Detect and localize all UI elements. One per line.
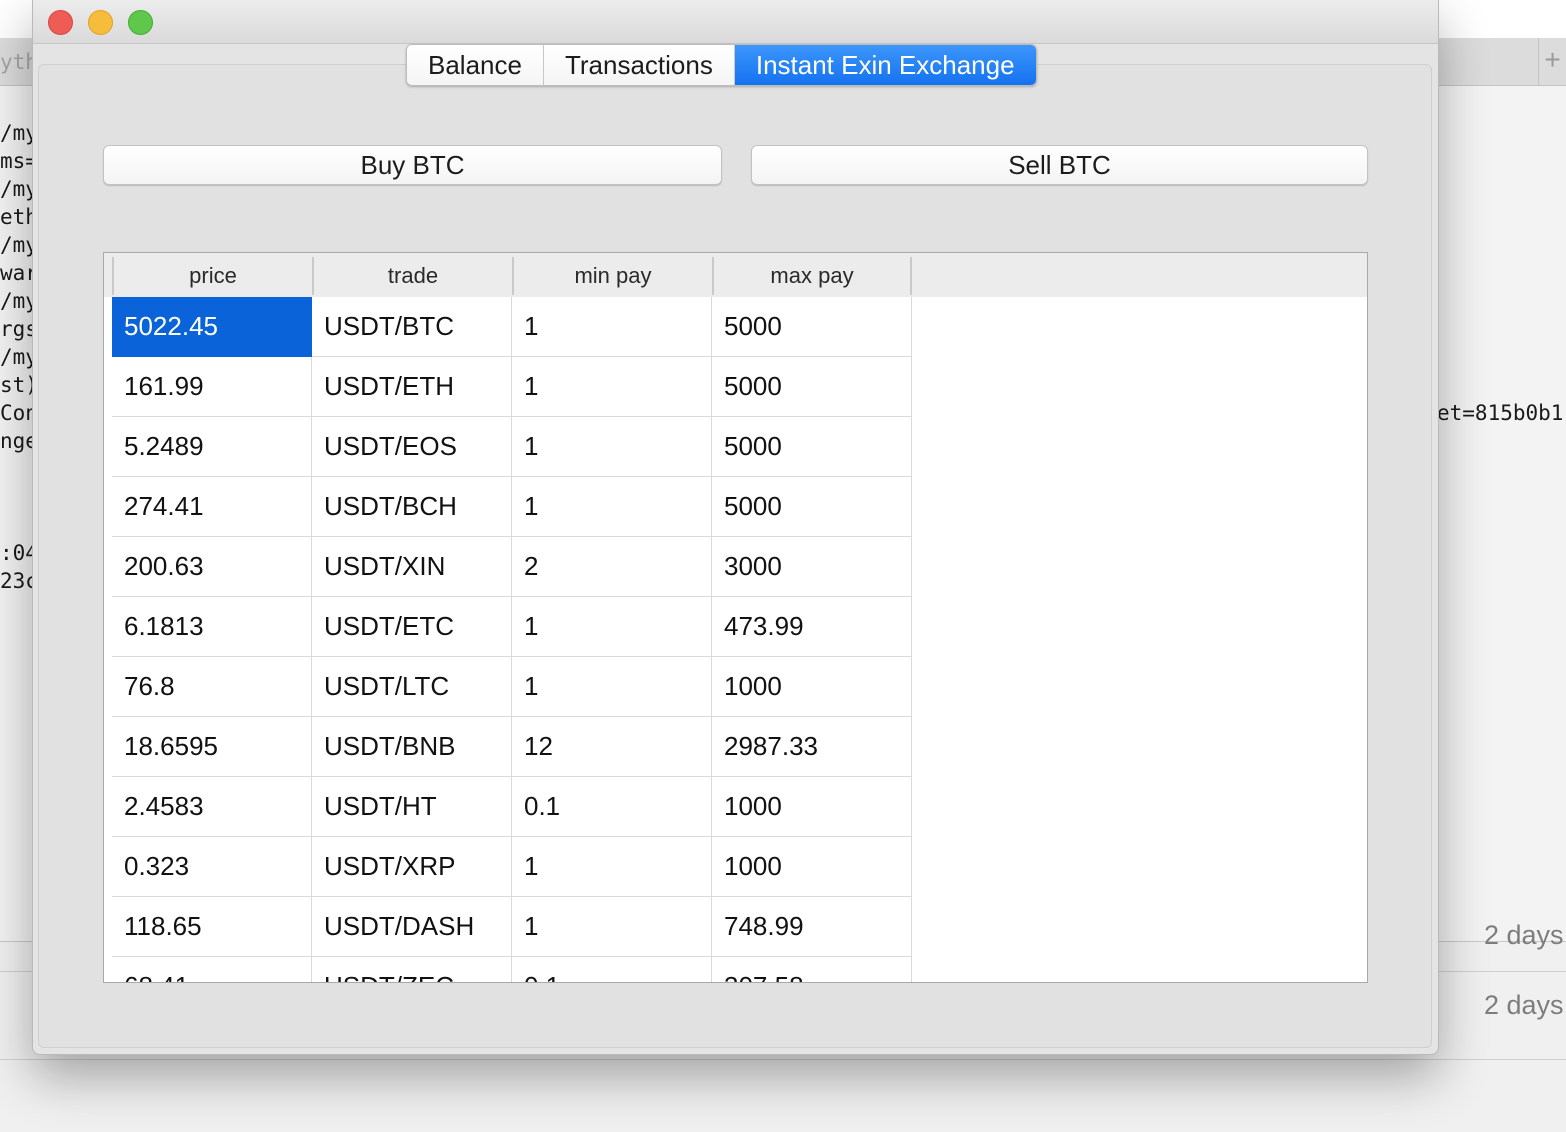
table-row[interactable]: 0.323 USDT/XRP 1 1000: [112, 837, 912, 897]
max-pay-cell[interactable]: 2987.33: [712, 717, 912, 777]
sell-btc-button[interactable]: Sell BTC: [751, 145, 1368, 185]
trade-cell[interactable]: USDT/DASH: [312, 897, 512, 957]
exchange-rates-table[interactable]: price trade min pay max pay 5022.45 USDT…: [103, 252, 1368, 983]
max-pay-cell[interactable]: 3000: [712, 537, 912, 597]
max-pay-cell[interactable]: 1000: [712, 837, 912, 897]
price-cell[interactable]: 5.2489: [112, 417, 312, 477]
table-row[interactable]: 200.63 USDT/XIN 2 3000: [112, 537, 912, 597]
trade-cell[interactable]: USDT/BCH: [312, 477, 512, 537]
table-row[interactable]: 161.99 USDT/ETH 1 5000: [112, 357, 912, 417]
price-cell[interactable]: 5022.45: [112, 297, 312, 357]
table-row[interactable]: 18.6595 USDT/BNB 12 2987.33: [112, 717, 912, 777]
table-body: 5022.45 USDT/BTC 1 5000 161.99 USDT/ETH …: [112, 297, 912, 982]
min-pay-cell[interactable]: 1: [512, 297, 712, 357]
trade-cell[interactable]: USDT/ZEC: [312, 957, 512, 982]
maximize-window-button[interactable]: [128, 10, 153, 35]
price-cell[interactable]: 18.6595: [112, 717, 312, 777]
price-cell[interactable]: 118.65: [112, 897, 312, 957]
add-tab-icon[interactable]: +: [1538, 38, 1566, 86]
list-item-date: 2 days: [1484, 920, 1564, 950]
price-cell[interactable]: 274.41: [112, 477, 312, 537]
max-pay-cell[interactable]: 5000: [712, 417, 912, 477]
trade-cell[interactable]: USDT/ETH: [312, 357, 512, 417]
min-pay-cell[interactable]: 2: [512, 537, 712, 597]
max-pay-cell[interactable]: 307.58: [712, 957, 912, 982]
min-pay-cell[interactable]: 1: [512, 477, 712, 537]
min-pay-cell[interactable]: 12: [512, 717, 712, 777]
tab-transactions[interactable]: Transactions: [543, 45, 735, 85]
table-row[interactable]: 2.4583 USDT/HT 0.1 1000: [112, 777, 912, 837]
min-pay-cell[interactable]: 1: [512, 417, 712, 477]
column-header-max-pay[interactable]: max pay: [712, 257, 912, 295]
max-pay-cell[interactable]: 748.99: [712, 897, 912, 957]
wallet-window: Balance Transactions Instant Exin Exchan…: [32, 0, 1439, 1055]
max-pay-cell[interactable]: 5000: [712, 477, 912, 537]
title-bar[interactable]: [33, 0, 1438, 44]
min-pay-cell[interactable]: 1: [512, 657, 712, 717]
column-header-price[interactable]: price: [112, 257, 312, 295]
list-item-date: 2 days: [1484, 990, 1564, 1020]
price-cell[interactable]: 76.8: [112, 657, 312, 717]
trade-cell[interactable]: USDT/XRP: [312, 837, 512, 897]
table-row[interactable]: 274.41 USDT/BCH 1 5000: [112, 477, 912, 537]
price-cell[interactable]: 6.1813: [112, 597, 312, 657]
price-cell[interactable]: 161.99: [112, 357, 312, 417]
min-pay-cell[interactable]: 1: [512, 837, 712, 897]
max-pay-cell[interactable]: 1000: [712, 777, 912, 837]
table-header: price trade min pay max pay: [104, 253, 1367, 297]
trade-cell[interactable]: USDT/HT: [312, 777, 512, 837]
max-pay-cell[interactable]: 473.99: [712, 597, 912, 657]
trade-cell[interactable]: USDT/XIN: [312, 537, 512, 597]
tab-bar: Balance Transactions Instant Exin Exchan…: [406, 44, 1037, 86]
trade-cell[interactable]: USDT/BNB: [312, 717, 512, 777]
tab-instant-exin-exchange[interactable]: Instant Exin Exchange: [734, 45, 1036, 85]
trade-cell[interactable]: USDT/LTC: [312, 657, 512, 717]
list-divider: [0, 1059, 1566, 1060]
trade-cell[interactable]: USDT/EOS: [312, 417, 512, 477]
price-cell[interactable]: 2.4583: [112, 777, 312, 837]
table-row[interactable]: 5022.45 USDT/BTC 1 5000: [112, 297, 912, 357]
min-pay-cell[interactable]: 1: [512, 357, 712, 417]
buy-btc-button[interactable]: Buy BTC: [103, 145, 722, 185]
price-cell[interactable]: 68.41: [112, 957, 312, 982]
table-row[interactable]: 6.1813 USDT/ETC 1 473.99: [112, 597, 912, 657]
column-header-min-pay[interactable]: min pay: [512, 257, 712, 295]
table-row[interactable]: 76.8 USDT/LTC 1 1000: [112, 657, 912, 717]
table-row[interactable]: 68.41 USDT/ZEC 0.1 307.58: [112, 957, 912, 982]
minimize-window-button[interactable]: [88, 10, 113, 35]
trade-cell[interactable]: USDT/BTC: [312, 297, 512, 357]
price-cell[interactable]: 0.323: [112, 837, 312, 897]
table-row[interactable]: 5.2489 USDT/EOS 1 5000: [112, 417, 912, 477]
trade-cell[interactable]: USDT/ETC: [312, 597, 512, 657]
tab-balance[interactable]: Balance: [407, 45, 544, 85]
min-pay-cell[interactable]: 1: [512, 597, 712, 657]
max-pay-cell[interactable]: 1000: [712, 657, 912, 717]
min-pay-cell[interactable]: 0.1: [512, 957, 712, 982]
max-pay-cell[interactable]: 5000: [712, 357, 912, 417]
code-line: et=815b0b1: [1437, 401, 1564, 425]
max-pay-cell[interactable]: 5000: [712, 297, 912, 357]
price-cell[interactable]: 200.63: [112, 537, 312, 597]
close-window-button[interactable]: [48, 10, 73, 35]
min-pay-cell[interactable]: 1: [512, 897, 712, 957]
column-header-trade[interactable]: trade: [312, 257, 512, 295]
min-pay-cell[interactable]: 0.1: [512, 777, 712, 837]
table-row[interactable]: 118.65 USDT/DASH 1 748.99: [112, 897, 912, 957]
